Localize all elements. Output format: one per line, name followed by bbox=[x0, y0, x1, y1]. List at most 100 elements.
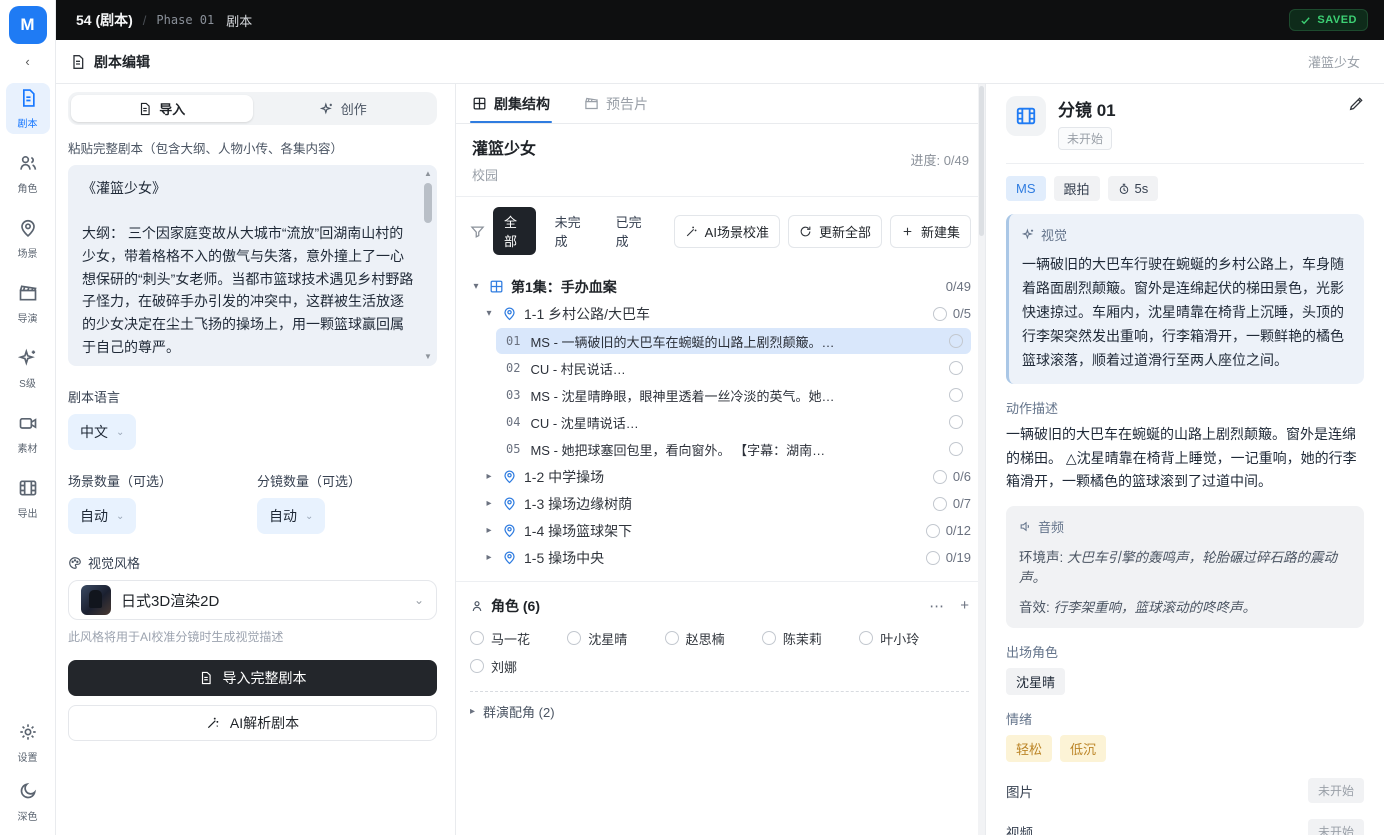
tab-episode-structure[interactable]: 剧集结构 bbox=[472, 84, 550, 123]
chevron-right-icon[interactable]: ▸ bbox=[483, 525, 495, 536]
sidebar-item-slevel[interactable]: S级 bbox=[6, 343, 50, 394]
scrollbar-thumb[interactable] bbox=[979, 86, 984, 236]
panel-scrollbar[interactable] bbox=[978, 84, 985, 835]
app-root: M ‹ 剧本 角色 场景 导演 S级 bbox=[0, 0, 1384, 835]
textarea-scrollbar[interactable]: ▲ ▼ bbox=[422, 169, 434, 362]
scene-row-1-2[interactable]: ▸ 1-2 中学操场 0/6 bbox=[483, 463, 971, 490]
episode-row[interactable]: ▾ 第1集：手办血案 0/49 bbox=[470, 273, 971, 300]
radio-circle-icon[interactable] bbox=[470, 631, 484, 645]
sidebar-item-export[interactable]: 导出 bbox=[6, 473, 50, 524]
character-item[interactable]: 刘娜 bbox=[470, 652, 567, 680]
sidebar-item-settings[interactable]: 设置 bbox=[6, 717, 50, 768]
chevron-down-icon[interactable]: ▾ bbox=[483, 308, 495, 319]
ai-scene-calibrate-button[interactable]: AI场景校准 bbox=[674, 215, 780, 248]
language-label: 剧本语言 bbox=[68, 387, 437, 406]
more-options-icon[interactable]: ⋯ bbox=[929, 597, 944, 615]
character-item[interactable]: 陈茉莉 bbox=[762, 624, 859, 652]
chevron-right-icon[interactable]: ▸ bbox=[483, 552, 495, 563]
duration-badge: 5s bbox=[1108, 176, 1159, 201]
scrollbar-thumb[interactable] bbox=[424, 183, 432, 223]
shot-row-01[interactable]: 01 MS - 一辆破旧的大巴车在蜿蜒的山路上剧烈颠簸。… bbox=[496, 328, 971, 354]
status-circle-icon[interactable] bbox=[949, 415, 963, 429]
tab-import[interactable]: 导入 bbox=[71, 95, 253, 122]
sidebar-item-director[interactable]: 导演 bbox=[6, 278, 50, 329]
doc-icon bbox=[138, 102, 152, 116]
add-character-button[interactable]: + bbox=[960, 597, 969, 615]
status-circle-icon[interactable] bbox=[949, 361, 963, 375]
radio-circle-icon[interactable] bbox=[859, 631, 873, 645]
tab-create[interactable]: 创作 bbox=[253, 95, 435, 122]
paste-script-label: 粘贴完整剧本（包含大纲、人物小传、各集内容） bbox=[68, 138, 437, 157]
episode-icon bbox=[489, 279, 504, 294]
import-script-button[interactable]: 导入完整剧本 bbox=[68, 660, 437, 696]
script-textarea[interactable]: 《灌篮少女》 大纲： 三个因家庭变故从大城市“流放”回湖南山村的少女，带着格格不… bbox=[68, 165, 437, 366]
tab-trailer[interactable]: 预告片 bbox=[584, 84, 648, 123]
filter-done[interactable]: 已完成 bbox=[605, 207, 658, 255]
filter-funnel-icon bbox=[470, 224, 485, 239]
extras-group-row[interactable]: ▸ 群演配角 (2) bbox=[456, 692, 985, 721]
clapperboard-icon bbox=[584, 96, 599, 111]
page-header: 剧本编辑 灌篮少女 bbox=[56, 40, 1384, 84]
shot-row-04[interactable]: 04 CU - 沈星晴说话… bbox=[496, 409, 971, 435]
breadcrumb-page[interactable]: 剧本 bbox=[226, 11, 252, 30]
breadcrumb-project[interactable]: 54 (剧本) bbox=[76, 10, 133, 30]
gear-icon bbox=[18, 722, 38, 747]
radio-circle-icon[interactable] bbox=[665, 631, 679, 645]
sidebar-item-characters[interactable]: 角色 bbox=[6, 148, 50, 199]
radio-circle-icon[interactable] bbox=[567, 631, 581, 645]
status-circle-icon[interactable] bbox=[949, 442, 963, 456]
chevron-right-icon[interactable]: ▸ bbox=[483, 471, 495, 482]
person-icon bbox=[470, 599, 484, 613]
character-item[interactable]: 叶小玲 bbox=[859, 624, 956, 652]
scene-row-1-5[interactable]: ▸ 1-5 操场中央 0/19 bbox=[483, 544, 971, 571]
characters-icon bbox=[18, 153, 38, 178]
mood-badge: 轻松 bbox=[1006, 735, 1052, 762]
scene-row-1-1[interactable]: ▾ 1-1 乡村公路/大巴车 0/5 bbox=[483, 300, 971, 327]
new-episode-button[interactable]: 新建集 bbox=[890, 215, 971, 248]
app-logo[interactable]: M bbox=[9, 6, 47, 44]
sidebar-item-scenes[interactable]: 场景 bbox=[6, 213, 50, 264]
sidebar-item-darkmode[interactable]: 深色 bbox=[6, 776, 50, 827]
breadcrumb-phase[interactable]: Phase 01 bbox=[156, 13, 214, 27]
mood-label: 情绪 bbox=[1006, 709, 1364, 728]
ai-parse-script-button[interactable]: AI解析剧本 bbox=[68, 705, 437, 741]
chevron-right-icon[interactable]: ▸ bbox=[470, 706, 475, 717]
status-circle-icon[interactable] bbox=[949, 388, 963, 402]
scene-row-1-3[interactable]: ▸ 1-3 操场边缘树荫 0/7 bbox=[483, 490, 971, 517]
collapse-sidebar-button[interactable]: ‹ bbox=[25, 54, 29, 72]
character-item[interactable]: 马一花 bbox=[470, 624, 567, 652]
shot-row-05[interactable]: 05 MS - 她把球塞回包里，看向窗外。 【字幕：湖南… bbox=[496, 436, 971, 462]
sfx-line: 音效: 行李架重响，篮球滚动的咚咚声。 bbox=[1019, 596, 1351, 616]
status-circle-icon[interactable] bbox=[949, 334, 963, 348]
shot-count-select[interactable]: 自动 ⌄ bbox=[257, 498, 325, 534]
magic-wand-icon bbox=[685, 225, 698, 238]
pencil-icon bbox=[1348, 96, 1364, 112]
shot-row-02[interactable]: 02 CU - 村民说话… bbox=[496, 355, 971, 381]
sidebar-item-script[interactable]: 剧本 bbox=[6, 83, 50, 134]
chevron-down-icon: ⌄ bbox=[414, 593, 424, 607]
update-all-button[interactable]: 更新全部 bbox=[788, 215, 882, 248]
chevron-right-icon[interactable]: ▸ bbox=[483, 498, 495, 509]
character-item[interactable]: 赵思楠 bbox=[665, 624, 762, 652]
episode-tree: ▾ 第1集：手办血案 0/49 ▾ 1-1 乡村公路/大巴车 0/5 01 MS… bbox=[456, 265, 985, 571]
radio-circle-icon[interactable] bbox=[762, 631, 776, 645]
filter-all[interactable]: 全部 bbox=[493, 207, 536, 255]
film-strip-icon bbox=[1015, 105, 1037, 127]
scene-row-1-4[interactable]: ▸ 1-4 操场篮球架下 0/12 bbox=[483, 517, 971, 544]
chevron-down-icon[interactable]: ▾ bbox=[470, 281, 482, 292]
scene-count-select[interactable]: 自动 ⌄ bbox=[68, 498, 136, 534]
chevron-down-icon: ⌄ bbox=[116, 511, 124, 522]
visual-style-select[interactable]: 日式3D渲染2D ⌄ bbox=[68, 580, 437, 620]
location-pin-icon bbox=[502, 496, 517, 511]
scroll-down-arrow[interactable]: ▼ bbox=[422, 352, 434, 362]
radio-circle-icon[interactable] bbox=[470, 659, 484, 673]
shot-row-03[interactable]: 03 MS - 沈星晴睁眼，眼神里透着一丝冷淡的英气。她… bbox=[496, 382, 971, 408]
edit-shot-button[interactable] bbox=[1348, 96, 1364, 150]
filter-undone[interactable]: 未完成 bbox=[544, 207, 597, 255]
rail-nav: 剧本 角色 场景 导演 S级 素材 bbox=[6, 83, 50, 524]
palette-icon bbox=[68, 556, 82, 570]
language-select[interactable]: 中文 ⌄ bbox=[68, 414, 136, 450]
sidebar-item-assets[interactable]: 素材 bbox=[6, 408, 50, 459]
scroll-up-arrow[interactable]: ▲ bbox=[422, 169, 434, 179]
character-item[interactable]: 沈星晴 bbox=[567, 624, 664, 652]
